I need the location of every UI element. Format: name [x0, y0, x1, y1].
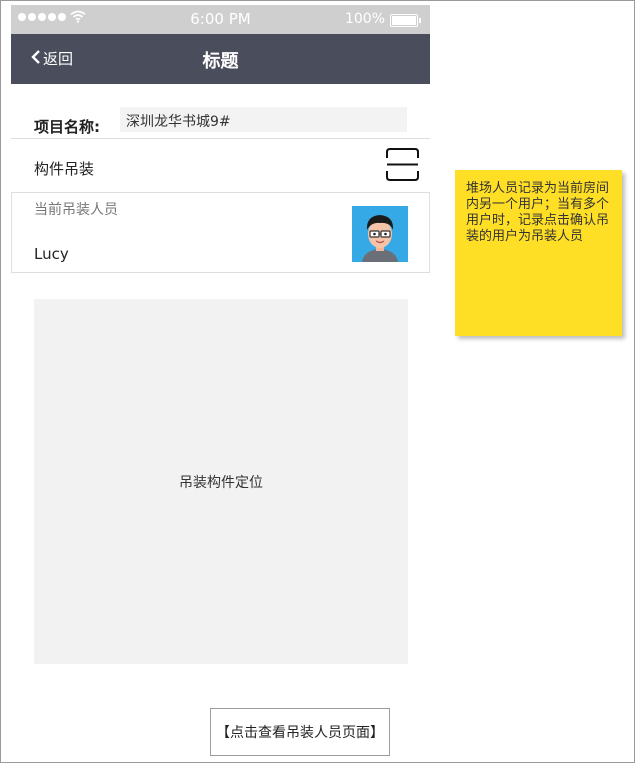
annotation-note: 堆场人员记录为当前房间内另一个用户；当有多个用户时，记录点击确认吊装的用户为吊装… — [455, 170, 622, 336]
avatar-icon — [352, 206, 408, 262]
page-title: 标题 — [202, 51, 239, 72]
view-staff-page-link[interactable]: 【点击查看吊装人员页面】 — [210, 708, 390, 756]
component-hoisting-label: 构件吊装 — [34, 160, 95, 178]
status-bar: 6:00 PM 100% — [11, 5, 430, 34]
component-location-map[interactable]: 吊装构件定位 — [34, 299, 408, 664]
divider — [11, 272, 430, 273]
current-staff-caption: 当前吊装人员 — [34, 202, 118, 218]
battery-icon — [390, 14, 421, 27]
divider — [11, 138, 430, 139]
current-staff-name: Lucy — [34, 245, 69, 263]
map-label: 吊装构件定位 — [179, 474, 263, 491]
scan-icon[interactable] — [386, 148, 419, 181]
nav-bar: 返回 标题 — [11, 34, 430, 84]
project-name-input[interactable] — [120, 107, 407, 132]
battery-percentage: 100% — [344, 11, 385, 27]
project-name-label: 项目名称: — [34, 118, 100, 136]
